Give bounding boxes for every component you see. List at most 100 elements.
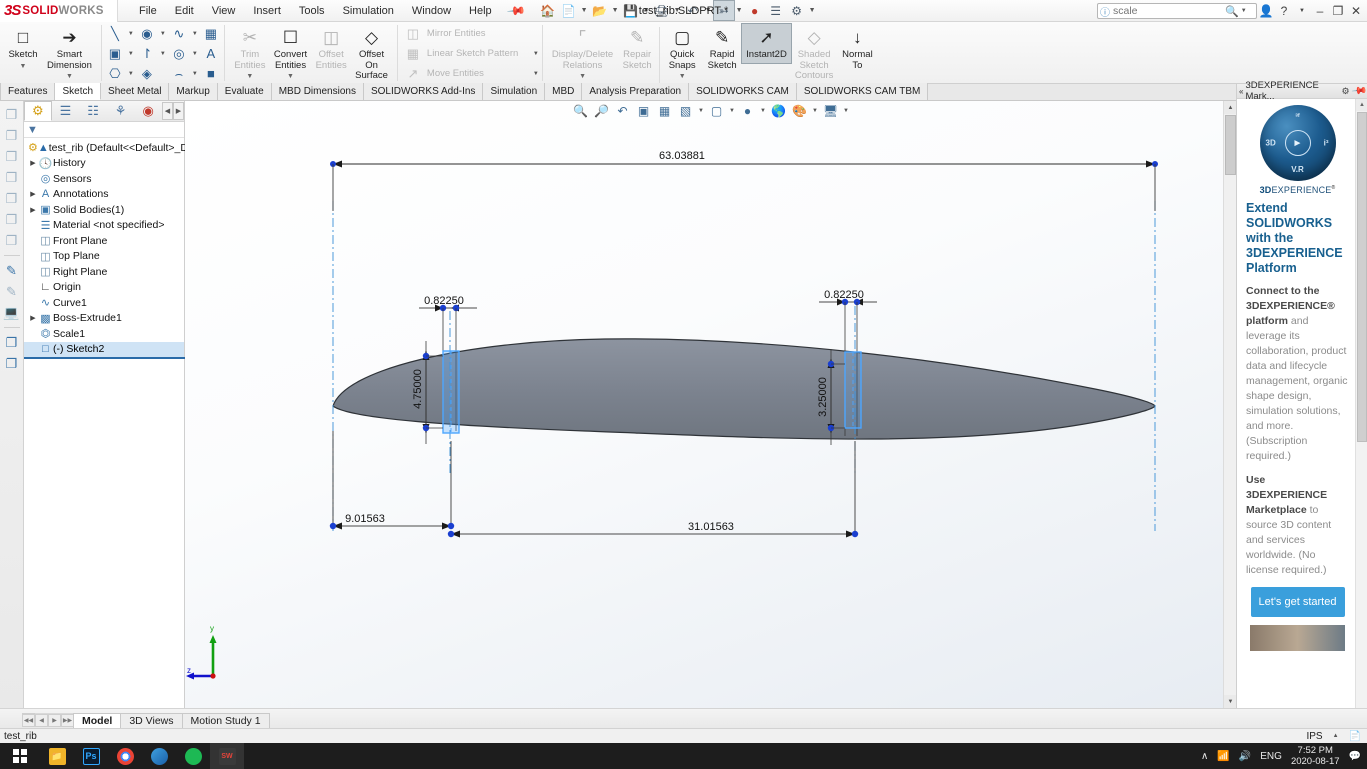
move-entities-caret[interactable]: ▼: [532, 64, 540, 83]
task-pane-scroll-thumb[interactable]: [1357, 112, 1367, 442]
dimxpert-icon[interactable]: ⚘: [107, 101, 135, 121]
view-palette-icon-7[interactable]: ❐: [2, 231, 22, 250]
convert-entities-caret[interactable]: ▼: [287, 72, 294, 83]
tree-tab-prev[interactable]: ◀: [162, 102, 173, 120]
sketch-button[interactable]: □ Sketch ▼: [3, 24, 43, 74]
help-caret[interactable]: ▼: [1293, 0, 1311, 22]
tree-item-curve1[interactable]: ∿ Curve1: [24, 295, 184, 311]
graphics-vertical-scrollbar[interactable]: ▲ ▼: [1223, 101, 1236, 708]
collapse-chevron-icon[interactable]: «: [1239, 87, 1243, 96]
tree-expander[interactable]: ▶: [28, 314, 38, 322]
line-icon[interactable]: ╲: [104, 24, 126, 43]
windows-start-icon[interactable]: [0, 743, 40, 769]
taskbar-app-file-explorer[interactable]: 📁: [40, 743, 74, 769]
tab-solidworks-add-ins[interactable]: SOLIDWORKS Add-Ins: [363, 83, 484, 100]
feature-filter-row[interactable]: ▼: [24, 122, 184, 138]
taskbar-app-solidworks[interactable]: SW: [210, 743, 244, 769]
tree-item-origin[interactable]: ∟ Origin: [24, 280, 184, 296]
menu-item-window[interactable]: Window: [403, 3, 460, 19]
restore-button[interactable]: ❐: [1329, 0, 1347, 22]
offset-entities-button[interactable]: ◫ Offset Entities: [311, 24, 351, 73]
property-manager-icon[interactable]: ☰: [52, 101, 80, 121]
tab-mbd-dimensions[interactable]: MBD Dimensions: [271, 83, 364, 100]
arc-caret[interactable]: ▼: [159, 44, 167, 63]
linear-sketch-pattern-row[interactable]: ▦ Linear Sketch Pattern ▼: [400, 44, 540, 63]
next-icon[interactable]: ▶: [48, 714, 61, 727]
display-delete-relations-caret[interactable]: ▼: [579, 72, 586, 83]
right-rib-sketch[interactable]: [844, 351, 862, 429]
feature-filter-input[interactable]: [37, 124, 158, 135]
quick-snaps-button[interactable]: ▢ Quick Snaps ▼: [662, 24, 702, 85]
instant2d-button[interactable]: ➚ Instant2D: [741, 23, 792, 64]
slot-icon[interactable]: ⎔: [104, 64, 126, 83]
doc-tab-motion-study-1[interactable]: Motion Study 1: [181, 713, 270, 728]
open-caret[interactable]: ▼: [611, 1, 620, 20]
menu-item-simulation[interactable]: Simulation: [334, 3, 403, 19]
search-caret[interactable]: ▼: [1241, 8, 1247, 14]
view-palette-icon-4[interactable]: ❐: [2, 168, 22, 187]
spline-caret[interactable]: ▼: [191, 24, 199, 43]
options-list-icon[interactable]: ☰: [766, 1, 786, 20]
trim-entities-button[interactable]: ✂ Trim Entities ▼: [230, 24, 270, 85]
menu-item-edit[interactable]: Edit: [166, 3, 203, 19]
overlay-icon[interactable]: 📄: [1349, 731, 1361, 742]
circle-caret[interactable]: ▼: [159, 24, 167, 43]
settings-gear-icon[interactable]: ⚙: [787, 1, 807, 20]
doc-tab-3d-views[interactable]: 3D Views: [120, 713, 183, 728]
copy-stack-icon-2[interactable]: ❐: [2, 354, 22, 373]
tree-item-material[interactable]: ☰ Material <not specified>: [24, 218, 184, 234]
help-button[interactable]: ?: [1275, 0, 1293, 22]
tab-solidworks-cam-tbm[interactable]: SOLIDWORKS CAM TBM: [796, 83, 929, 100]
scroll-thumb[interactable]: [1225, 115, 1236, 175]
3dexperience-compass-icon[interactable]: ³ᶠ 3D i³ V.R ►: [1259, 105, 1336, 181]
minimize-button[interactable]: –: [1311, 0, 1329, 22]
fillet-icon[interactable]: ⌢: [168, 64, 190, 83]
tab-sketch[interactable]: Sketch: [55, 83, 102, 100]
pin-icon[interactable]: 📌: [506, 0, 526, 20]
home-icon[interactable]: 🏠: [538, 1, 558, 20]
language-indicator[interactable]: ENG: [1260, 751, 1282, 762]
new-document-caret[interactable]: ▼: [580, 1, 589, 20]
tab-sheet-metal[interactable]: Sheet Metal: [101, 83, 170, 100]
doc-tab-model[interactable]: Model: [73, 713, 122, 728]
quick-snaps-caret[interactable]: ▼: [679, 72, 686, 83]
tree-item-front-plane[interactable]: ◫ Front Plane: [24, 233, 184, 249]
tree-expander[interactable]: ▶: [28, 190, 38, 198]
tab-mbd[interactable]: MBD: [545, 83, 583, 100]
view-palette-icon-3[interactable]: ❐: [2, 147, 22, 166]
menu-item-help[interactable]: Help: [460, 3, 501, 19]
point-icon[interactable]: ■: [200, 64, 222, 83]
circle-icon[interactable]: ◉: [136, 24, 158, 43]
new-document-icon[interactable]: 📄: [559, 1, 579, 20]
close-button[interactable]: ✕: [1347, 0, 1365, 22]
offset-on-surface-button[interactable]: ◇ Offset On Surface: [351, 24, 392, 84]
taskbar-app-chrome[interactable]: [108, 743, 142, 769]
dimension-overall-width[interactable]: 63.03881: [330, 150, 1158, 211]
pin-icon[interactable]: 📌: [1350, 83, 1367, 99]
arc-icon[interactable]: ↾: [136, 44, 158, 63]
tree-item-sensors[interactable]: ◎ Sensors: [24, 171, 184, 187]
tree-expander[interactable]: ▶: [28, 206, 38, 214]
spline-icon[interactable]: ∿: [168, 24, 190, 43]
tree-item-right-plane[interactable]: ◫ Right Plane: [24, 264, 184, 280]
user-account-icon[interactable]: 👤: [1257, 0, 1275, 22]
task-pane-scroll-up[interactable]: ▲: [1356, 99, 1367, 111]
sketch-dropdown-caret[interactable]: ▼: [20, 62, 27, 73]
move-entities-row[interactable]: ↗ Move Entities ▼: [400, 64, 540, 83]
ellipse-icon[interactable]: ◎: [168, 44, 190, 63]
tree-item-part[interactable]: ⚙ ▲ test_rib (Default<<Default>_Displ: [24, 140, 204, 156]
tab-analysis-preparation[interactable]: Analysis Preparation: [582, 83, 690, 100]
view-palette-icon-6[interactable]: ❐: [2, 210, 22, 229]
menu-item-insert[interactable]: Insert: [244, 3, 290, 19]
convert-entities-button[interactable]: ☐ Convert Entities ▼: [270, 24, 311, 85]
shaded-sketch-contours-button[interactable]: ◇ Shaded Sketch Contours: [791, 24, 838, 84]
search-input[interactable]: [1113, 5, 1225, 17]
view-palette-icon-5[interactable]: ❐: [2, 189, 22, 208]
display-monitor-icon[interactable]: 💻: [2, 303, 22, 322]
lets-get-started-button[interactable]: Let's get started: [1250, 587, 1345, 617]
appearance-callout-icon[interactable]: ✎: [2, 261, 22, 280]
trim-entities-caret[interactable]: ▼: [246, 72, 253, 83]
settings-caret[interactable]: ▼: [808, 1, 817, 20]
tab-markup[interactable]: Markup: [169, 83, 218, 100]
taskbar-app-photoshop[interactable]: Ps: [74, 743, 108, 769]
